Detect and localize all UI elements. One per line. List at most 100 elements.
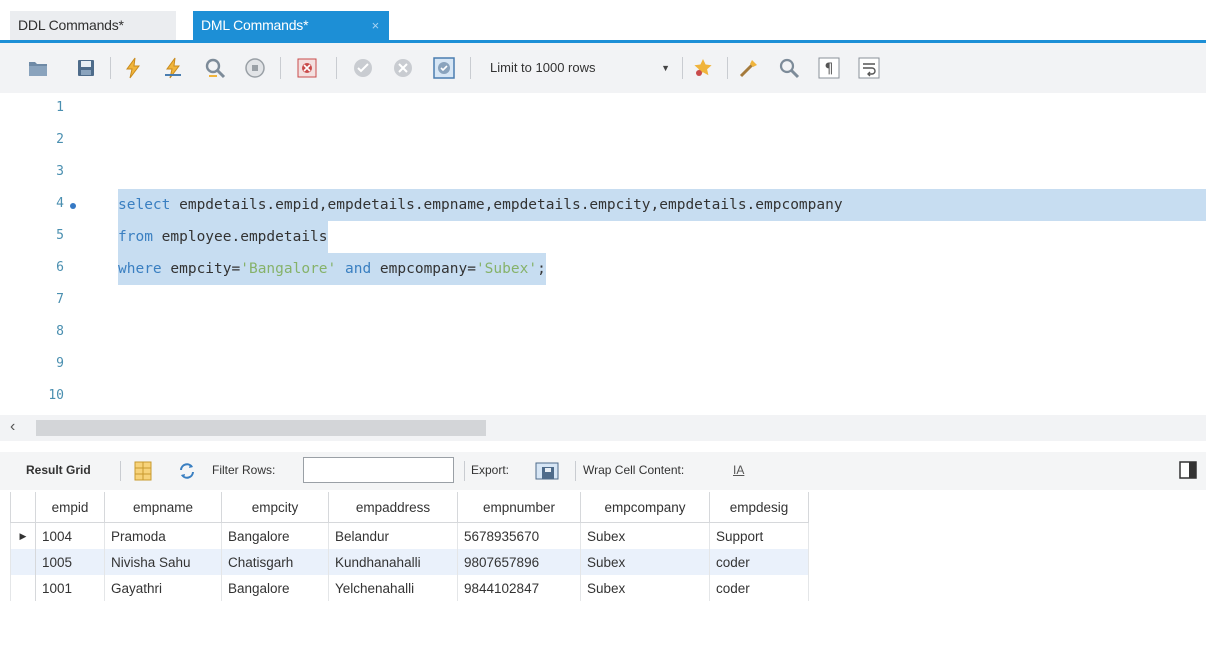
table-cell[interactable]: Support — [709, 522, 809, 549]
table-row[interactable]: 1005 Nivisha Sahu Chatisgarh Kundhanahal… — [10, 549, 809, 575]
wrap-cell-content-label: Wrap Cell Content: — [583, 463, 685, 477]
tab-ddl-commands[interactable]: DDL Commands* — [10, 11, 176, 40]
table-cell[interactable]: Gayathri — [104, 575, 222, 601]
refresh-icon[interactable] — [178, 462, 196, 480]
add-snippet-icon[interactable] — [692, 57, 714, 79]
line-number: 2 — [56, 132, 64, 147]
filter-rows-input[interactable] — [303, 457, 454, 483]
export-icon[interactable] — [534, 461, 564, 481]
toolbar-separator — [682, 57, 683, 79]
table-cell[interactable]: Subex — [580, 522, 710, 549]
scrollbar-thumb[interactable] — [36, 420, 486, 436]
limit-rows-select[interactable]: Limit to 1000 rows ▼ — [480, 56, 680, 80]
row-header — [10, 575, 36, 601]
table-cell[interactable]: coder — [709, 575, 809, 601]
column-header-empaddress[interactable]: empaddress — [328, 492, 458, 523]
sql-keyword: select — [118, 197, 171, 213]
limit-rows-label: Limit to 1000 rows — [490, 60, 596, 75]
table-cell[interactable]: 9807657896 — [457, 549, 581, 575]
result-toolbar: Result Grid Filter Rows: Export: Wrap Ce… — [0, 452, 1206, 490]
code-line-6[interactable]: where empcity='Bangalore' and empcompany… — [118, 253, 546, 285]
code-line-5[interactable]: from employee.empdetails — [118, 221, 328, 253]
table-cell[interactable]: Kundhanahalli — [328, 549, 458, 575]
sql-keyword: and — [336, 261, 372, 277]
execute-current-icon[interactable] — [162, 57, 184, 79]
toolbar-separator — [464, 461, 465, 481]
line-number: 8 — [56, 324, 64, 339]
line-number: 5 — [56, 228, 64, 243]
tab-label: DDL Commands* — [18, 17, 124, 33]
sql-editor[interactable]: 1 2 3 4 5 6 7 8 9 10 select empdetails.e… — [0, 93, 1206, 415]
line-number: 4 — [56, 196, 64, 211]
table-cell[interactable]: Subex — [580, 549, 710, 575]
query-toolbar: Limit to 1000 rows ▼ ¶ — [0, 43, 1206, 93]
close-icon[interactable]: × — [372, 11, 380, 40]
table-cell[interactable]: 1004 — [35, 522, 105, 549]
sql-string: 'Subex' — [475, 261, 538, 277]
table-cell[interactable]: 1005 — [35, 549, 105, 575]
table-cell[interactable]: Nivisha Sahu — [104, 549, 222, 575]
table-cell[interactable]: coder — [709, 549, 809, 575]
table-cell[interactable]: Chatisgarh — [221, 549, 329, 575]
column-header-empid[interactable]: empid — [35, 492, 105, 523]
table-cell[interactable]: Subex — [580, 575, 710, 601]
editor-horizontal-scrollbar[interactable]: ‹ — [0, 415, 1206, 441]
table-cell[interactable]: Pramoda — [104, 522, 222, 549]
code-line-4[interactable]: select empdetails.empid,empdetails.empna… — [118, 189, 1206, 221]
active-statement-marker — [70, 203, 76, 209]
table-cell[interactable]: Bangalore — [221, 575, 329, 601]
scroll-left-icon[interactable]: ‹ — [10, 418, 15, 436]
sql-string: 'Bangalore' — [240, 261, 337, 277]
toggle-side-panel-icon[interactable] — [1179, 461, 1197, 479]
sql-text: empcompany= — [371, 261, 476, 277]
result-grid[interactable]: empid empname empcity empaddress empnumb… — [10, 492, 809, 601]
filter-rows-label: Filter Rows: — [212, 463, 276, 477]
stop-icon[interactable] — [244, 57, 266, 79]
commit-icon[interactable] — [352, 57, 374, 79]
autocommit-icon[interactable] — [433, 57, 455, 79]
table-cell[interactable]: 9844102847 — [457, 575, 581, 601]
sql-text: empcity= — [161, 261, 241, 277]
tab-bar: DDL Commands* DML Commands* × — [0, 0, 1206, 43]
toolbar-separator — [727, 57, 728, 79]
toolbar-separator — [120, 461, 121, 481]
beautify-icon[interactable] — [738, 57, 760, 79]
column-header-empdesig[interactable]: empdesig — [709, 492, 809, 523]
explain-icon[interactable] — [204, 57, 226, 79]
table-cell[interactable]: Bangalore — [221, 522, 329, 549]
toolbar-separator — [470, 57, 471, 79]
tab-label: DML Commands* — [201, 17, 309, 33]
column-header-empnumber[interactable]: empnumber — [457, 492, 581, 523]
save-icon[interactable] — [75, 57, 97, 79]
grid-header-row: empid empname empcity empaddress empnumb… — [10, 492, 809, 523]
tab-dml-commands[interactable]: DML Commands* × — [193, 11, 389, 40]
rollback-icon[interactable] — [392, 57, 414, 79]
column-header-empcity[interactable]: empcity — [221, 492, 329, 523]
table-cell[interactable]: Yelchenahalli — [328, 575, 458, 601]
column-header-empname[interactable]: empname — [104, 492, 222, 523]
table-cell[interactable]: Belandur — [328, 522, 458, 549]
invisible-chars-icon[interactable]: ¶ — [818, 57, 840, 79]
wrap-icon[interactable] — [858, 57, 880, 79]
toggle-error-icon[interactable] — [296, 57, 318, 79]
find-icon[interactable] — [778, 57, 800, 79]
table-cell[interactable]: 1001 — [35, 575, 105, 601]
row-header — [10, 549, 36, 575]
line-number: 10 — [48, 388, 64, 403]
table-row[interactable]: 1001 Gayathri Bangalore Yelchenahalli 98… — [10, 575, 809, 601]
row-header-corner — [10, 492, 36, 523]
column-header-empcompany[interactable]: empcompany — [580, 492, 710, 523]
sql-keyword: where — [118, 261, 162, 277]
sql-text: ; — [537, 261, 546, 277]
result-grid-tab[interactable]: Result Grid — [26, 463, 91, 477]
line-number: 9 — [56, 356, 64, 371]
line-number: 3 — [56, 164, 64, 179]
toolbar-separator — [575, 461, 576, 481]
table-row[interactable]: ▶ 1004 Pramoda Bangalore Belandur 567893… — [10, 522, 809, 549]
table-cell[interactable]: 5678935670 — [457, 522, 581, 549]
open-file-icon[interactable] — [27, 57, 49, 79]
grid-view-icon[interactable] — [134, 461, 152, 481]
execute-icon[interactable] — [122, 57, 144, 79]
toolbar-separator — [280, 57, 281, 79]
wrap-cell-content-icon[interactable]: IA — [733, 463, 744, 477]
